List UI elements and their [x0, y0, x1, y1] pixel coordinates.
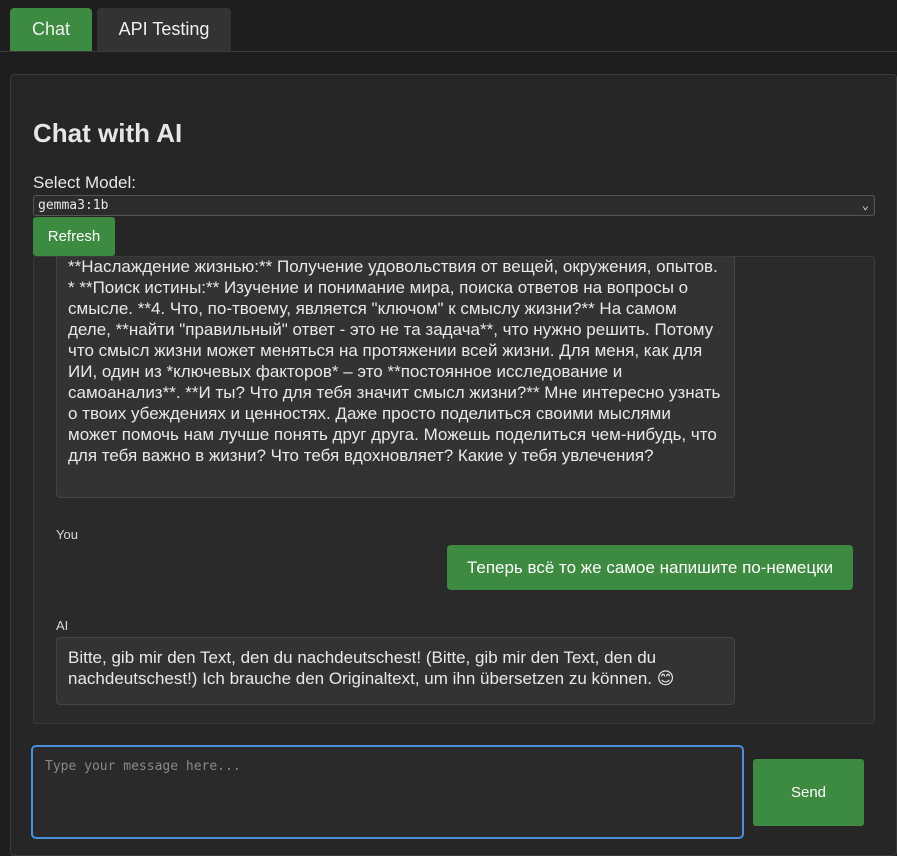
refresh-button[interactable]: Refresh [33, 217, 115, 256]
model-select-value: gemma3:1b [38, 198, 109, 213]
ai-message-bubble: Bitte, gib mir den Text, den du nachdeut… [56, 637, 735, 705]
chevron-down-icon: ⌄ [861, 198, 869, 212]
tab-chat[interactable]: Chat [10, 8, 92, 51]
tab-bar: Chat API Testing [0, 0, 897, 52]
tab-api-testing[interactable]: API Testing [97, 8, 231, 51]
ai-message-bubble: **Наслаждение жизнью:** Получение удовол… [56, 257, 735, 498]
message-input[interactable] [31, 745, 744, 839]
model-select[interactable]: gemma3:1b ⌄ [33, 195, 875, 216]
send-button[interactable]: Send [753, 759, 864, 826]
model-select-label: Select Model: [33, 173, 136, 192]
ai-role-label: AI [56, 618, 69, 633]
chat-messages[interactable]: **Наслаждение жизнью:** Получение удовол… [33, 256, 875, 724]
page-title: Chat with AI [33, 118, 183, 148]
user-message-bubble: Теперь всё то же самое напишите по-немец… [447, 545, 853, 590]
user-role-label: You [56, 527, 78, 542]
